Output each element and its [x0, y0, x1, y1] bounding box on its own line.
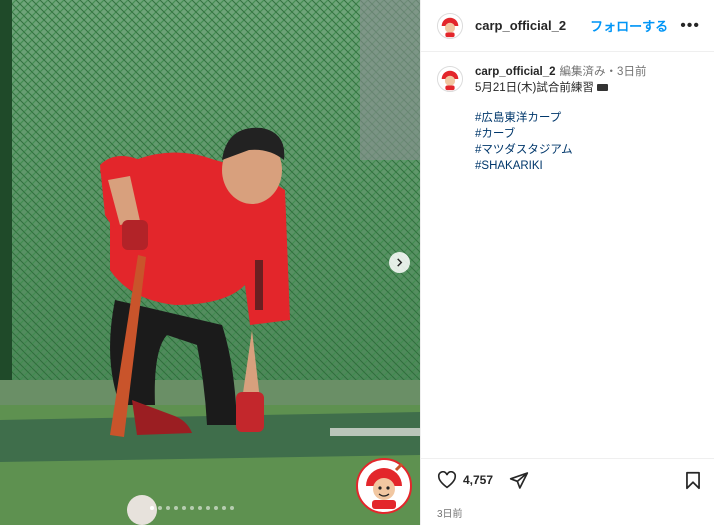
photo-scene	[0, 0, 420, 525]
more-options-button[interactable]: •••	[680, 17, 700, 34]
carousel-dot	[150, 506, 154, 510]
carousel-dot	[198, 506, 202, 510]
caption-username[interactable]: carp_official_2	[475, 66, 556, 78]
hashtag-link[interactable]: #カーブ	[475, 126, 646, 142]
carousel-dot	[206, 506, 210, 510]
follow-button[interactable]: フォローする	[590, 16, 668, 35]
carp-avatar-icon	[438, 67, 462, 91]
next-slide-button[interactable]	[389, 252, 410, 273]
post-timestamp: 3日前	[437, 509, 463, 520]
hashtag-link[interactable]: #広島東洋カープ	[475, 110, 646, 126]
bookmark-icon[interactable]	[685, 471, 701, 490]
carousel-dot	[214, 506, 218, 510]
caption-avatar[interactable]	[437, 66, 463, 92]
like-count[interactable]: 4,757	[463, 473, 493, 487]
carousel-dot	[230, 506, 234, 510]
carousel-dot	[222, 506, 226, 510]
caption-text-content: 5月21日(木)試合前練習	[475, 82, 594, 94]
hashtag-list: #広島東洋カープ #カーブ #マツダスタジアム #SHAKARIKI	[475, 110, 646, 174]
post-header: carp_official_2 フォローする •••	[421, 0, 714, 52]
video-camera-emoji-icon	[596, 84, 608, 92]
caption-meta: 編集済み・3日前	[559, 66, 647, 78]
post-actions: 4,757 3日前	[421, 458, 714, 520]
carousel-dot	[158, 506, 162, 510]
heart-icon[interactable]	[437, 471, 457, 489]
hashtag-link[interactable]: #マツダスタジアム	[475, 142, 646, 158]
header-username[interactable]: carp_official_2	[475, 18, 566, 33]
carousel-dot	[174, 506, 178, 510]
carousel-dot	[190, 506, 194, 510]
post-modal: carp_official_2 フォローする ••• carp_official…	[0, 0, 714, 525]
post-photo[interactable]	[0, 0, 420, 525]
caption-text: 5月21日(木)試合前練習	[475, 80, 646, 96]
avatar[interactable]	[437, 12, 463, 39]
carousel-dot	[182, 506, 186, 510]
carousel-dot	[166, 506, 170, 510]
post-sidebar: carp_official_2 フォローする ••• carp_official…	[420, 0, 714, 525]
carp-mascot-logo	[356, 458, 412, 514]
chevron-right-icon	[397, 258, 403, 267]
carp-avatar-icon	[438, 13, 462, 38]
hashtag-link[interactable]: #SHAKARIKI	[475, 158, 646, 174]
post-caption: carp_official_2 編集済み・3日前 5月21日(木)試合前練習 #広…	[421, 52, 714, 174]
paper-plane-icon[interactable]	[509, 471, 529, 490]
carousel-dots	[150, 506, 234, 510]
